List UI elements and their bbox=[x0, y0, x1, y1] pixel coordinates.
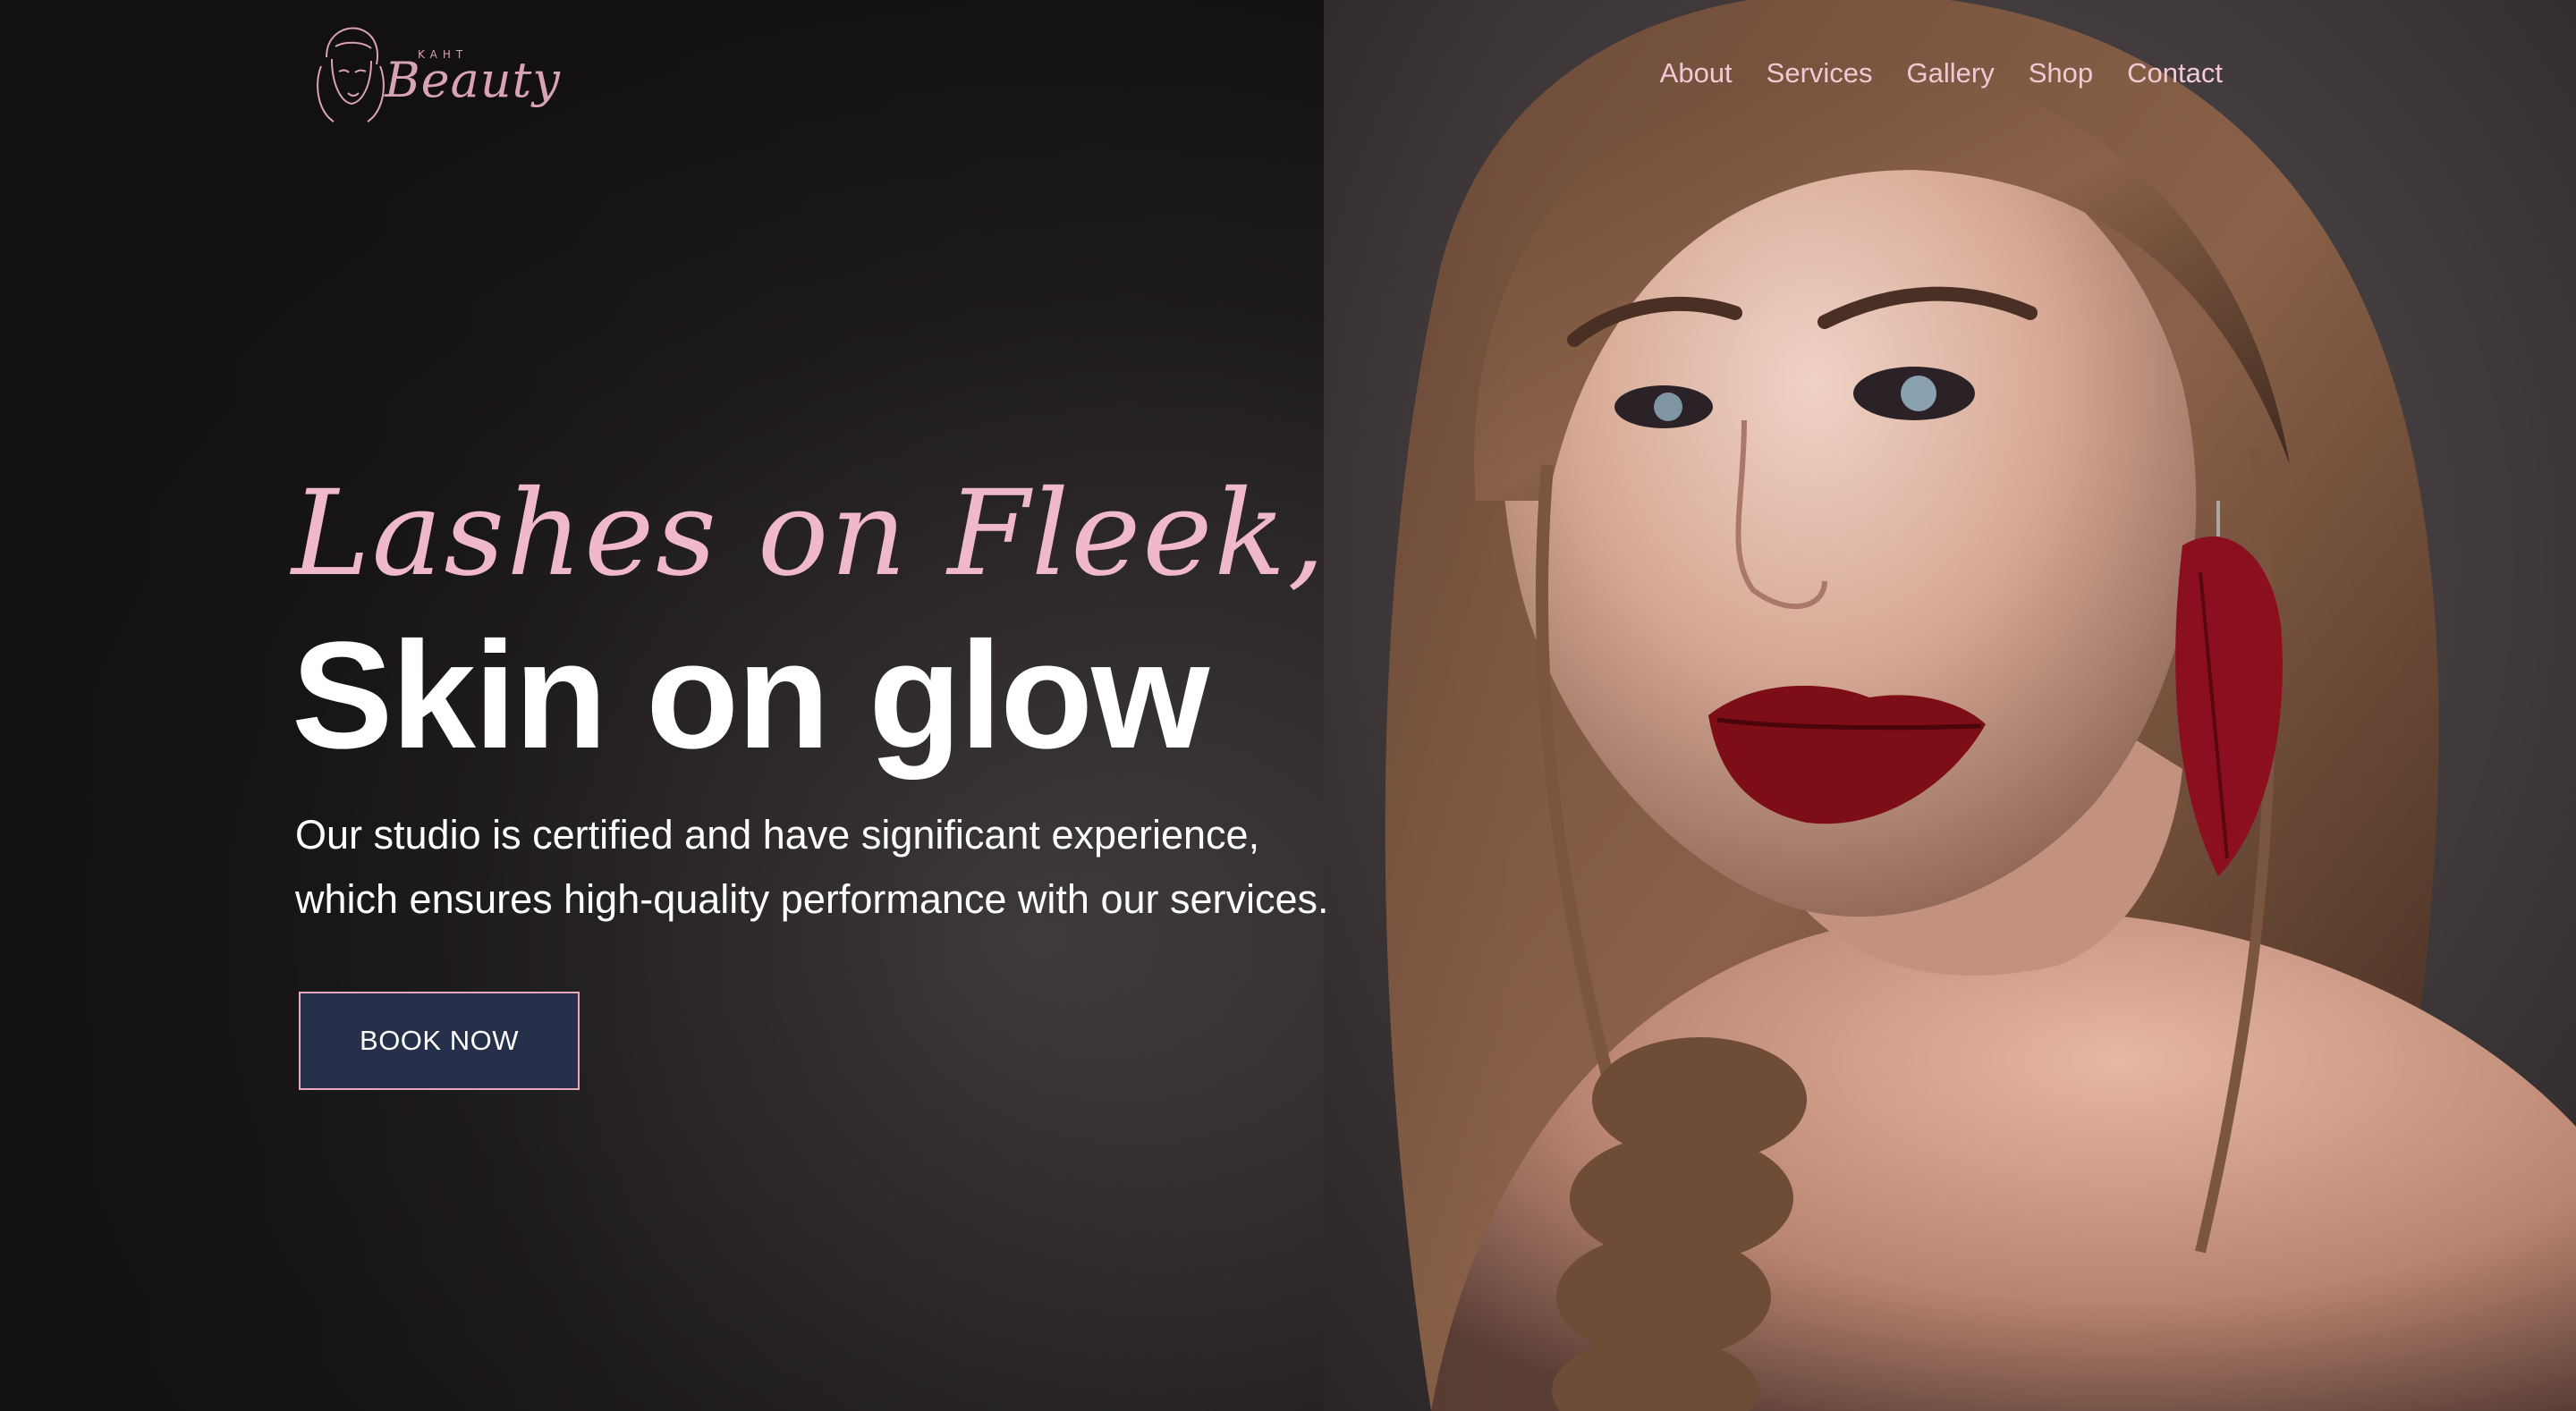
nav-link-shop[interactable]: Shop bbox=[2029, 57, 2093, 89]
logo-brand-text: Beauty bbox=[385, 52, 561, 108]
hero-description: Our studio is certified and have signifi… bbox=[295, 803, 1458, 932]
hero-description-line-2: which ensures high-quality performance w… bbox=[295, 876, 1329, 922]
nav-link-contact[interactable]: Contact bbox=[2127, 57, 2223, 89]
hero-headline: Skin on glow bbox=[292, 611, 1209, 781]
hero-description-line-1: Our studio is certified and have signifi… bbox=[295, 812, 1260, 858]
nav-link-about[interactable]: About bbox=[1660, 57, 1733, 89]
main-nav: About Services Gallery Shop Contact bbox=[1660, 57, 2223, 89]
hero-portrait-image bbox=[1324, 0, 2576, 1411]
book-now-button[interactable]: BOOK NOW bbox=[299, 992, 580, 1090]
nav-link-gallery[interactable]: Gallery bbox=[1907, 57, 1995, 89]
hero-script-tagline: Lashes on Fleek, bbox=[292, 465, 1327, 603]
brand-logo[interactable]: KAHT Beauty bbox=[309, 21, 560, 125]
hero-section: KAHT Beauty About Services Gallery Shop … bbox=[0, 0, 2576, 1411]
nav-link-services[interactable]: Services bbox=[1767, 57, 1873, 89]
woman-face-line-art-icon bbox=[317, 27, 385, 123]
